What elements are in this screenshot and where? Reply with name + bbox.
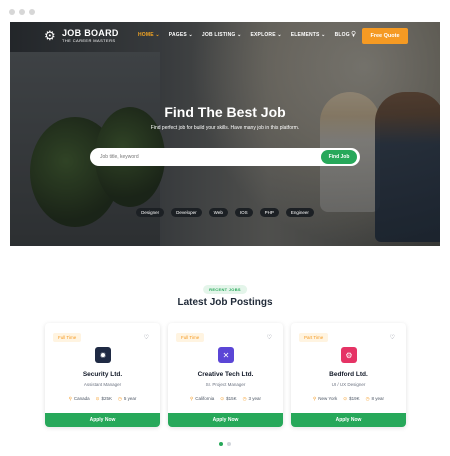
hero-subtitle: Find perfect job for build your skills. … — [150, 125, 300, 131]
location-pin-icon: ⚲ — [312, 396, 317, 401]
job-salary: $15K — [226, 396, 237, 401]
job-salary: $25K — [101, 396, 112, 401]
heart-icon[interactable]: ♡ — [144, 334, 149, 341]
company-logo-gear-icon: ✹ — [95, 347, 111, 363]
logo-title: JOB BOARD — [62, 28, 119, 38]
company-name: Creative Tech Ltd. — [197, 371, 254, 378]
company-name: Bedford Ltd. — [329, 371, 368, 378]
job-search-input[interactable] — [100, 148, 300, 166]
tag-engineer[interactable]: Engineer — [285, 208, 314, 217]
job-location: California — [195, 396, 215, 401]
job-location: Canada — [73, 396, 90, 401]
hero-section: ⚙ JOB BOARD THE CAREER MASTERS HOME ⌄ PA… — [10, 22, 440, 246]
job-title: Assistant Manager — [83, 382, 122, 387]
job-type-badge: Full Time — [176, 333, 205, 342]
job-meta: ⚲ New York ⊙ $19K ◷ 8 year — [291, 396, 406, 402]
section-title: Latest Job Postings — [177, 297, 273, 308]
heart-icon[interactable]: ♡ — [390, 334, 395, 341]
top-nav: ⚙ JOB BOARD THE CAREER MASTERS HOME ⌄ PA… — [10, 22, 440, 50]
company-logo-cog-icon: ⚙ — [341, 347, 357, 363]
company-name: Security Ltd. — [82, 371, 123, 378]
apply-now-button[interactable]: Apply Now — [45, 413, 160, 427]
menu-item-job-listing[interactable]: JOB LISTING ⌄ — [202, 32, 242, 38]
money-icon: ⊙ — [343, 396, 348, 401]
job-card[interactable]: Full Time ♡ ✕ Creative Tech Ltd. Sr. Pro… — [168, 323, 283, 427]
hero-title: Find The Best Job — [164, 104, 286, 120]
tag-designer[interactable]: Designer — [136, 208, 165, 217]
clock-icon: ◷ — [365, 396, 370, 401]
tag-web[interactable]: Web — [208, 208, 228, 217]
job-experience: 3 year — [248, 396, 262, 401]
tag-developer[interactable]: Developer — [171, 208, 202, 217]
pagination-dot-active[interactable] — [219, 442, 223, 446]
job-meta: ⚲ Canada ⊙ $25K ◷ 5 year — [45, 396, 160, 402]
main-menu: HOME ⌄ PAGES ⌄ JOB LISTING ⌄ EXPLORE ⌄ E… — [138, 32, 356, 38]
search-icon[interactable]: ⚲ — [351, 30, 356, 38]
job-salary: $19K — [349, 396, 360, 401]
job-title: UI / UX Designer — [331, 382, 366, 387]
menu-item-home[interactable]: HOME ⌄ — [138, 32, 160, 38]
tag-php[interactable]: PHP — [259, 208, 279, 217]
tag-list: Designer Developer Web IOS PHP Engineer — [10, 208, 440, 217]
free-quote-button[interactable]: Free Quote — [362, 28, 408, 44]
menu-item-elements[interactable]: ELEMENTS ⌄ — [291, 32, 326, 38]
recent-jobs-badge: RECENT JOBS — [203, 285, 247, 294]
find-job-button[interactable]: Find Job — [321, 150, 357, 164]
location-pin-icon: ⚲ — [189, 396, 194, 401]
job-location: New York — [318, 396, 338, 401]
location-pin-icon: ⚲ — [68, 396, 72, 401]
money-icon: ⊙ — [95, 396, 100, 401]
tag-ios[interactable]: IOS — [234, 208, 253, 217]
job-type-badge: Full Time — [53, 333, 82, 342]
logo-subtitle: THE CAREER MASTERS — [62, 38, 116, 43]
clock-icon: ◷ — [242, 396, 247, 401]
job-cards: Full Time ♡ ✹ Security Ltd. Assistant Ma… — [45, 323, 406, 427]
money-icon: ⊙ — [220, 396, 225, 401]
carousel-pagination — [219, 442, 231, 446]
job-card[interactable]: Part Time ♡ ⚙ Bedford Ltd. UI / UX Desig… — [291, 323, 406, 427]
window-dots — [9, 9, 35, 15]
logo[interactable]: ⚙ JOB BOARD THE CAREER MASTERS — [44, 28, 119, 44]
pagination-dot[interactable] — [227, 442, 231, 446]
heart-icon[interactable]: ♡ — [267, 334, 272, 341]
apply-now-button[interactable]: Apply Now — [291, 413, 406, 427]
job-title: Sr. Project Manager — [205, 382, 246, 387]
apply-now-button[interactable]: Apply Now — [168, 413, 283, 427]
job-card[interactable]: Full Time ♡ ✹ Security Ltd. Assistant Ma… — [45, 323, 160, 427]
menu-item-explore[interactable]: EXPLORE ⌄ — [250, 32, 281, 38]
job-experience: 8 year — [371, 396, 385, 401]
menu-item-pages[interactable]: PAGES ⌄ — [169, 32, 193, 38]
job-search-bar: Find Job — [90, 148, 360, 166]
clock-icon: ◷ — [117, 396, 122, 401]
company-logo-cross-icon: ✕ — [218, 347, 234, 363]
gear-icon: ⚙ — [44, 28, 56, 43]
job-experience: 5 year — [123, 396, 137, 401]
job-type-badge: Part Time — [299, 333, 329, 342]
job-meta: ⚲ California ⊙ $15K ◷ 3 year — [168, 396, 283, 402]
